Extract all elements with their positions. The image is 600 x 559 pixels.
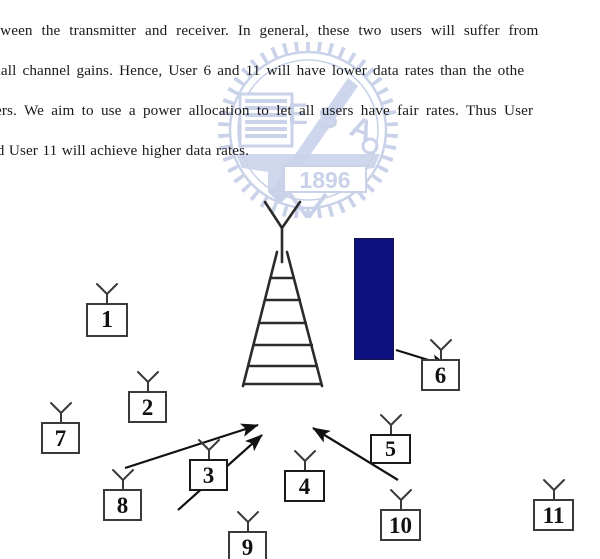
- user-terminal-label-9: 9: [228, 531, 267, 559]
- antenna-icon: [542, 479, 565, 501]
- antenna-icon: [96, 283, 118, 305]
- cellular-network-diagram: 1 2 3 4 5 6 7 8 9 10 11: [0, 190, 600, 559]
- body-text-line-4: nd User 11 will achieve higher data rate…: [0, 142, 250, 159]
- user-terminal-label-4: 4: [284, 470, 325, 502]
- user-terminal-label-6: 6: [421, 359, 460, 391]
- body-text-line-2: mall channel gains. Hence, User 6 and 11…: [0, 62, 525, 79]
- user-terminal-8[interactable]: 8: [103, 468, 142, 521]
- user-terminal-4[interactable]: 4: [284, 449, 325, 502]
- antenna-icon: [429, 339, 452, 361]
- user-terminal-2[interactable]: 2: [128, 370, 167, 423]
- body-text-line-3: sers. We aim to use a power allocation t…: [0, 102, 534, 119]
- antenna-icon: [111, 469, 134, 491]
- antenna-icon: [49, 402, 72, 424]
- user-terminal-7[interactable]: 7: [41, 401, 80, 454]
- propagation-arrows: [124, 348, 449, 511]
- user-terminal-label-3: 3: [189, 459, 228, 491]
- antenna-icon: [236, 511, 259, 533]
- body-text-line-1: etween the transmitter and receiver. In …: [0, 22, 539, 39]
- user-terminal-1[interactable]: 1: [86, 282, 128, 337]
- user-terminal-label-1: 1: [86, 303, 128, 337]
- paper-page-crop: E S A 1896 etween the transmitter and re…: [0, 0, 600, 559]
- user-terminal-6[interactable]: 6: [421, 338, 460, 391]
- user-terminal-label-11: 11: [533, 499, 574, 531]
- antenna-icon: [389, 489, 412, 511]
- antenna-icon: [293, 450, 316, 472]
- user-terminal-label-2: 2: [128, 391, 167, 423]
- user-terminal-label-5: 5: [370, 434, 411, 464]
- user-terminal-3[interactable]: 3: [189, 438, 228, 491]
- user-terminal-5[interactable]: 5: [370, 413, 411, 464]
- user-terminal-label-7: 7: [41, 422, 80, 454]
- user-terminal-10[interactable]: 10: [380, 488, 421, 541]
- antenna-icon: [379, 414, 402, 436]
- user-terminal-label-10: 10: [380, 509, 421, 541]
- user-terminal-9[interactable]: 9: [228, 510, 267, 559]
- user-terminal-11[interactable]: 11: [533, 478, 574, 531]
- antenna-icon: [197, 439, 220, 461]
- antenna-icon: [136, 371, 159, 393]
- user-terminal-label-8: 8: [103, 489, 142, 521]
